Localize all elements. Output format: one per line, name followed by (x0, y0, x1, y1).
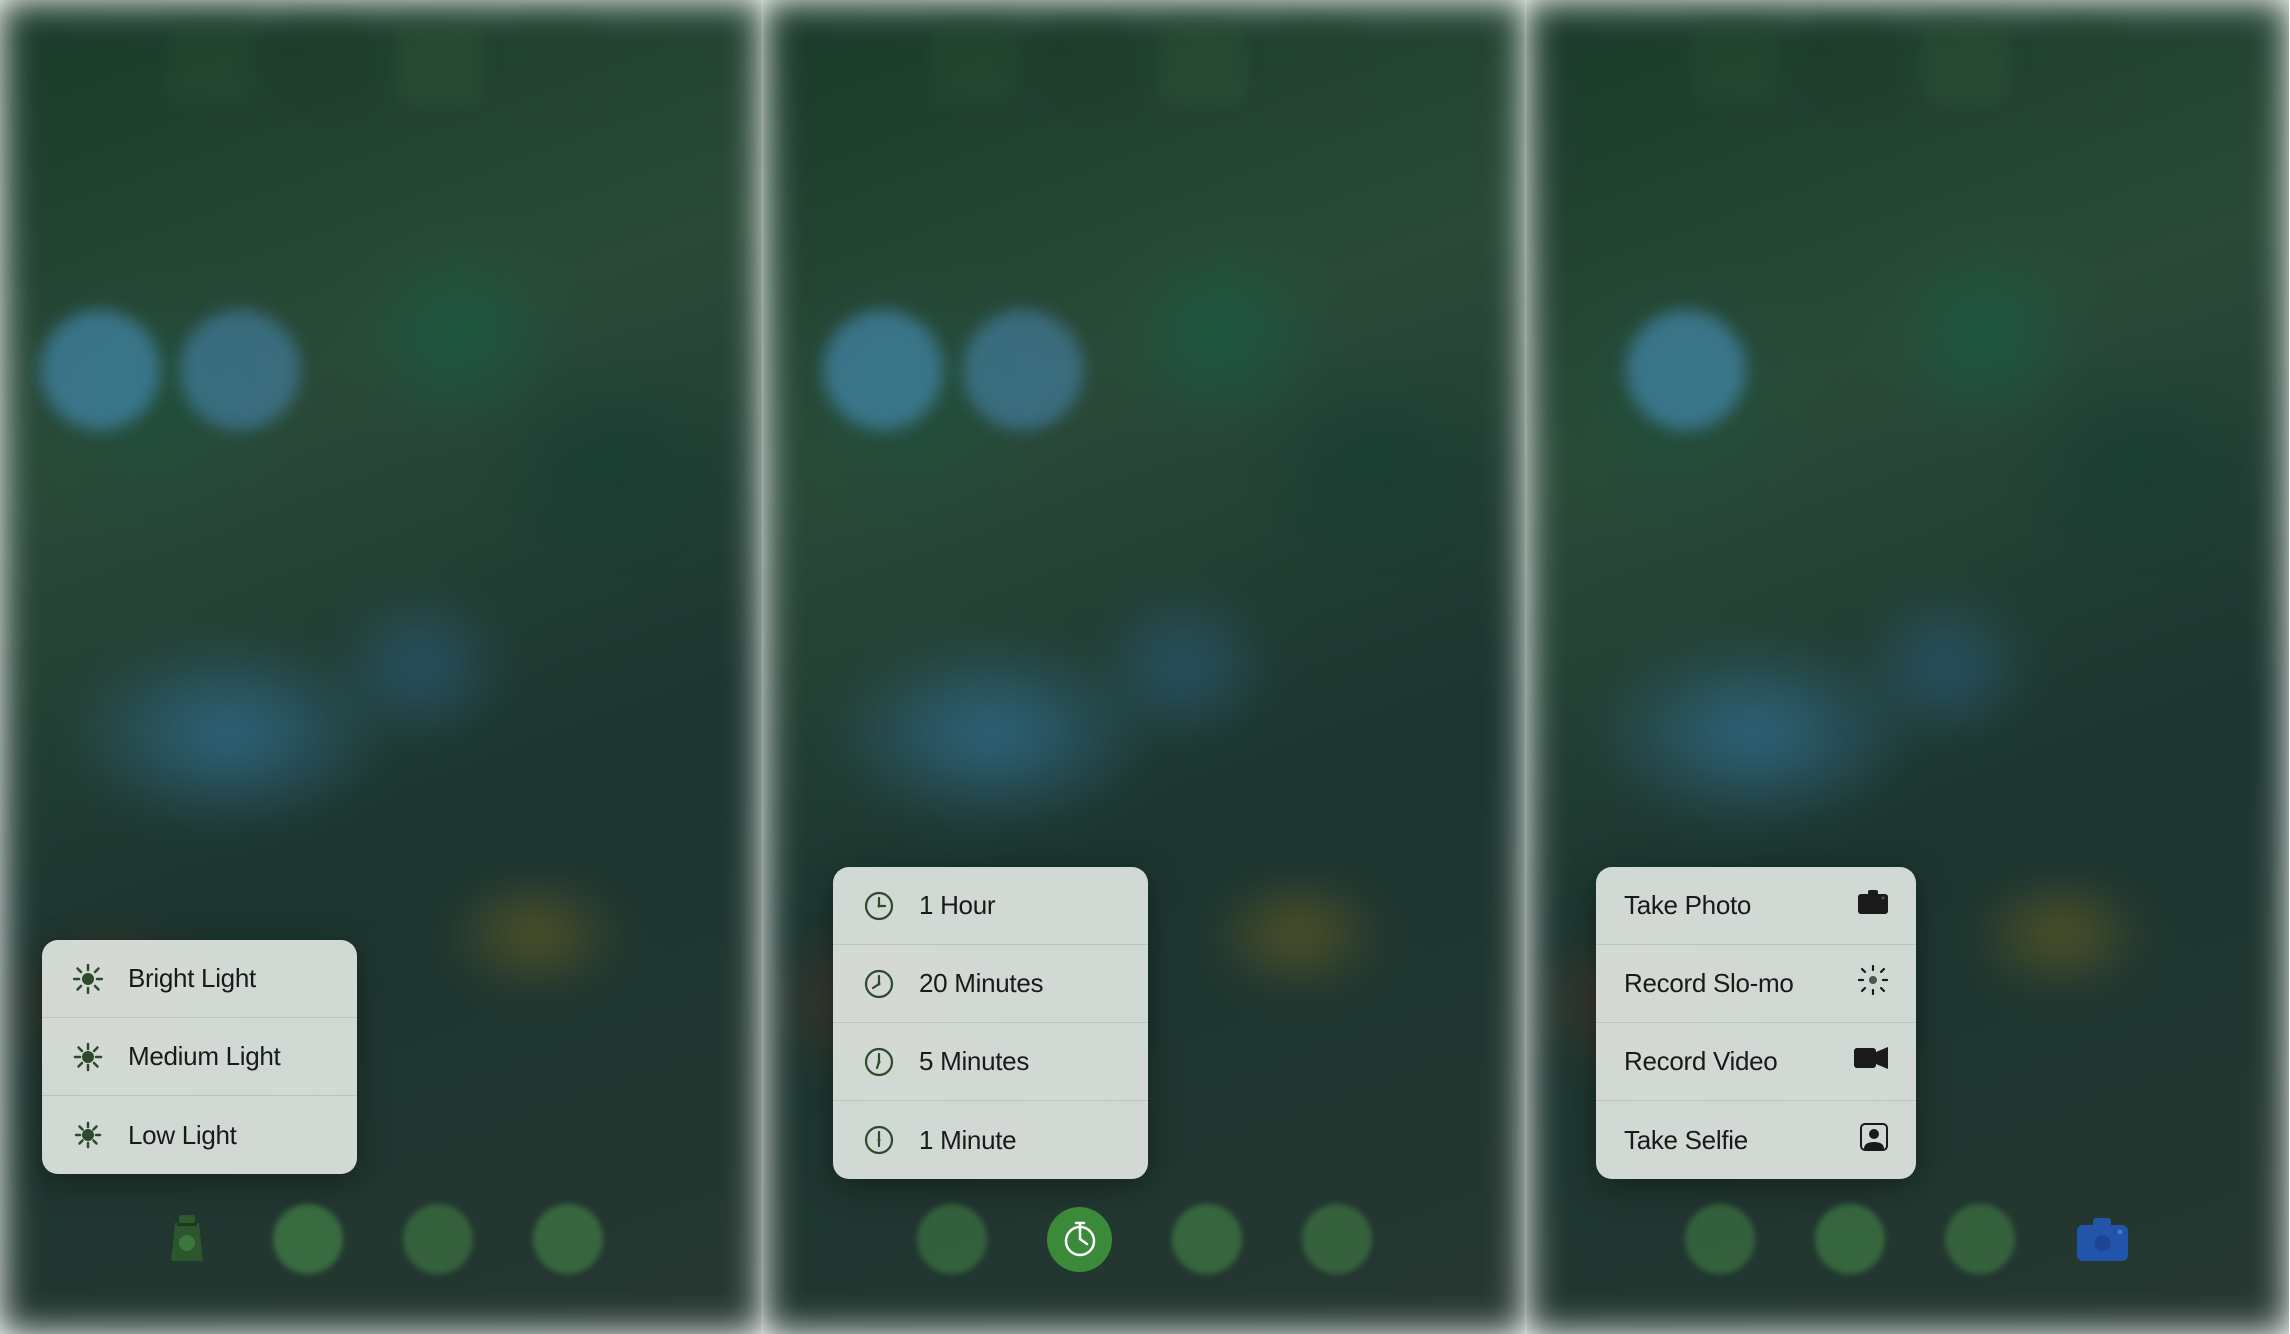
dock-placeholder-2 (1815, 1204, 1885, 1274)
bg-app-icon (397, 20, 482, 105)
bg-app-icon (930, 20, 1015, 105)
20-minutes-item[interactable]: 20 Minutes (833, 945, 1148, 1023)
dock-placeholder-1 (1685, 1204, 1755, 1274)
1-min-left: 1 Minute (861, 1122, 1016, 1158)
20-min-left: 20 Minutes (861, 966, 1043, 1002)
20-min-icon (861, 966, 897, 1002)
low-light-left: Low Light (70, 1117, 237, 1153)
1-hour-item[interactable]: 1 Hour (833, 867, 1148, 945)
dock-placeholder-1 (917, 1204, 987, 1274)
camera-context-menu: Take Photo Record Slo-mo (1596, 867, 1916, 1179)
5-min-icon (861, 1044, 897, 1080)
take-selfie-label: Take Selfie (1624, 1125, 1748, 1156)
medium-light-left: Medium Light (70, 1039, 280, 1075)
slomo-icon-right (1858, 965, 1888, 1002)
timer-context-menu: 1 Hour 20 Minutes (833, 867, 1148, 1179)
medium-light-icon (70, 1039, 106, 1075)
5-min-label: 5 Minutes (919, 1046, 1029, 1077)
take-photo-left: Take Photo (1624, 890, 1751, 921)
record-slomo-label: Record Slo-mo (1624, 968, 1794, 999)
bg-app-icon (282, 20, 367, 105)
take-selfie-item[interactable]: Take Selfie (1596, 1101, 1916, 1179)
take-photo-label: Take Photo (1624, 890, 1751, 921)
dock-placeholder-1 (273, 1204, 343, 1274)
selfie-icon-right (1860, 1123, 1888, 1158)
camera-dock-icon[interactable] (2075, 1215, 2130, 1263)
panel2-dock (763, 1204, 1526, 1274)
1-min-label: 1 Minute (919, 1125, 1016, 1156)
bg-app-icon (2038, 20, 2123, 105)
take-photo-item[interactable]: Take Photo (1596, 867, 1916, 945)
1-hour-icon (861, 888, 897, 924)
5-min-left: 5 Minutes (861, 1044, 1029, 1080)
medium-light-label: Medium Light (128, 1041, 280, 1072)
camera-icon-right (1858, 889, 1888, 922)
timer-dock-icon[interactable] (1047, 1207, 1112, 1272)
bg-app-icon (167, 20, 252, 105)
panel2-bg-icons (763, 20, 1526, 105)
record-slomo-left: Record Slo-mo (1624, 968, 1794, 999)
1-min-icon (861, 1122, 897, 1158)
low-light-icon (70, 1117, 106, 1153)
1-hour-left: 1 Hour (861, 888, 995, 924)
bg-app-icon (1275, 20, 1360, 105)
video-icon-right (1854, 1046, 1888, 1077)
timer-panel: 1 Hour 20 Minutes (763, 0, 1526, 1334)
low-light-item[interactable]: Low Light (42, 1096, 357, 1174)
panel1-dock (0, 1204, 763, 1274)
panel3-bg-icons (1526, 20, 2289, 105)
camera-panel: Take Photo Record Slo-mo (1526, 0, 2289, 1334)
bg-app-icon (512, 20, 597, 105)
bg-app-icons-top (0, 20, 763, 105)
flashlight-context-menu: Bright Light (42, 940, 357, 1174)
bg-app-icon (1808, 20, 1893, 105)
dock-placeholder-3 (533, 1204, 603, 1274)
flashlight-panel: Bright Light (0, 0, 763, 1334)
20-min-label: 20 Minutes (919, 968, 1043, 999)
dock-placeholder-2 (403, 1204, 473, 1274)
1-hour-label: 1 Hour (919, 890, 995, 921)
dock-placeholder-2 (1172, 1204, 1242, 1274)
bg-app-icon (1160, 20, 1245, 105)
dock-placeholder-3 (1302, 1204, 1372, 1274)
5-minutes-item[interactable]: 5 Minutes (833, 1023, 1148, 1101)
bright-light-item[interactable]: Bright Light (42, 940, 357, 1018)
bright-light-left: Bright Light (70, 961, 256, 997)
blue-circles (40, 310, 300, 430)
record-video-left: Record Video (1624, 1046, 1777, 1077)
bg-app-icon (1045, 20, 1130, 105)
panel3-dock (1526, 1204, 2289, 1274)
panel3-blue-circle (1626, 310, 1746, 430)
panel2-blue-circles (823, 310, 1083, 430)
1-minute-item[interactable]: 1 Minute (833, 1101, 1148, 1179)
timer-green-circle (1047, 1207, 1112, 1272)
record-video-item[interactable]: Record Video (1596, 1023, 1916, 1101)
bg-app-icon (1693, 20, 1778, 105)
bright-light-label: Bright Light (128, 963, 256, 994)
medium-light-item[interactable]: Medium Light (42, 1018, 357, 1096)
record-slomo-item[interactable]: Record Slo-mo (1596, 945, 1916, 1023)
flashlight-dock-icon[interactable] (161, 1213, 213, 1265)
low-light-label: Low Light (128, 1120, 237, 1151)
record-video-label: Record Video (1624, 1046, 1777, 1077)
take-selfie-left: Take Selfie (1624, 1125, 1748, 1156)
bg-app-icon (1923, 20, 2008, 105)
bright-light-icon (70, 961, 106, 997)
dock-placeholder-3 (1945, 1204, 2015, 1274)
